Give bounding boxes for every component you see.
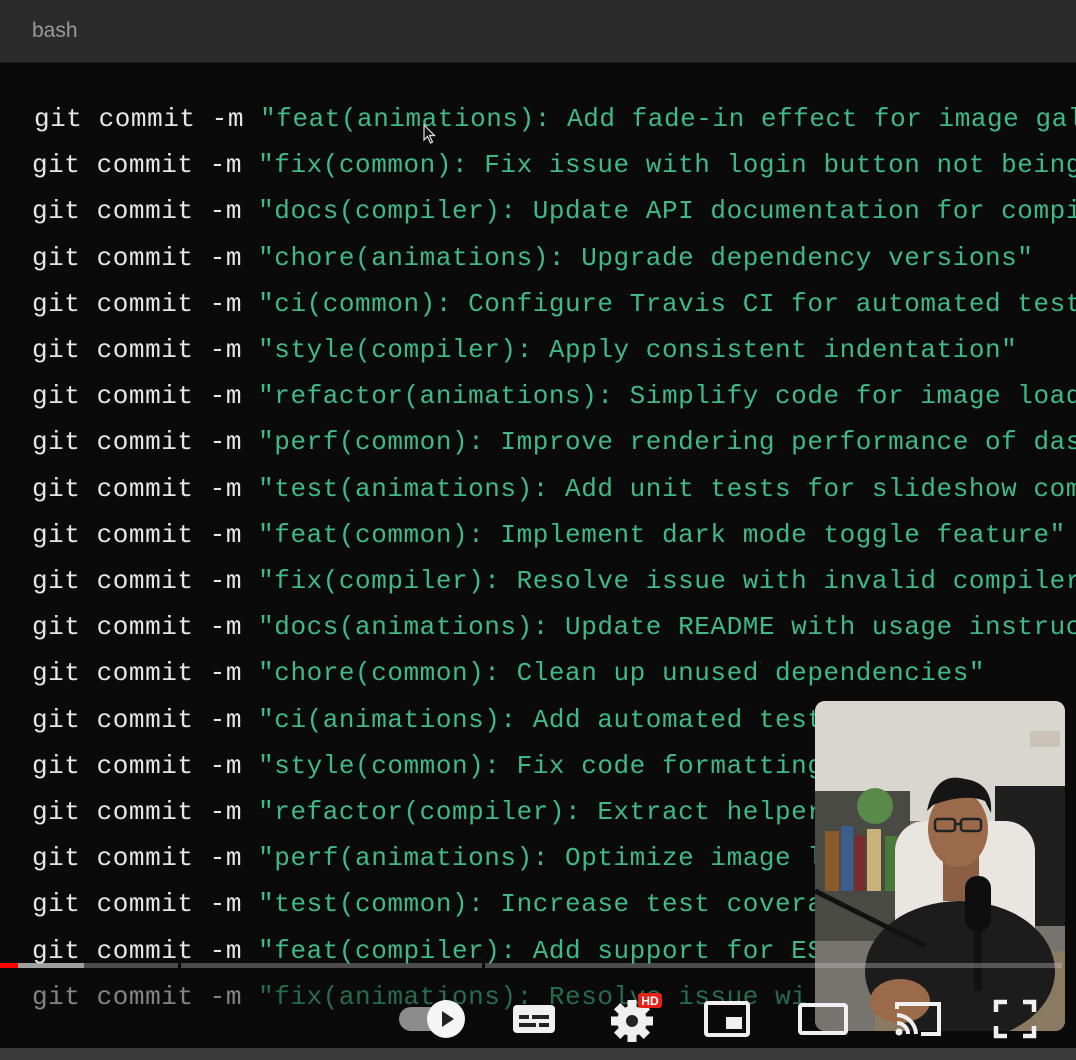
video-bottom-edge [0,1048,1076,1060]
autoplay-knob [427,1000,465,1038]
progress-played [0,963,18,968]
git-command: git commit -m [32,843,242,874]
git-command: git commit -m [32,150,242,181]
terminal-title: bash [32,19,78,42]
fullscreen-icon [993,999,1037,1039]
commit-message: "fix(compiler): Resolve issue with inval… [258,566,1076,596]
commit-message: "docs(animations): Update README with us… [258,612,1076,643]
terminal-line: git commit -m "perf(common): Improve ren… [32,427,1076,457]
commit-message: "refactor(animations): Simplify code for… [258,381,1076,412]
git-command: git commit -m [32,935,242,966]
git-command: git commit -m [32,519,242,550]
terminal-line: git commit -m "feat(compiler): Add suppo… [32,936,823,966]
chapter-marker [178,963,181,968]
git-command: git commit -m [32,335,242,365]
git-command: git commit -m [32,658,242,689]
subtitles-icon [513,1005,555,1033]
git-command: git commit -m [34,104,244,134]
terminal-line: git commit -m "ci(common): Configure Tra… [32,289,1076,319]
terminal-line: git commit -m "chore(common): Clean up u… [32,658,985,688]
terminal-line: git commit -m "style(common): Fix code f… [32,751,823,781]
commit-message: "feat(animations): Add fade-in effect fo… [260,104,1076,134]
cast-icon [895,1002,941,1036]
terminal-line: git commit -m "test(animations): Add uni… [32,474,1076,504]
terminal-line: git commit -m "feat(animations): Add fad… [34,104,1076,134]
git-command: git commit -m [32,981,242,1012]
terminal-line: git commit -m "fix(common): Fix issue wi… [32,150,1076,180]
terminal-titlebar: bash [0,0,1076,63]
terminal-line: git commit -m "fix(compiler): Resolve is… [32,566,1076,596]
commit-message: "feat(common): Implement dark mode toggl… [258,519,1066,550]
chapter-marker [482,963,485,968]
git-command: git commit -m [32,242,242,273]
fullscreen-button[interactable] [987,993,1043,1045]
git-command: git commit -m [32,797,242,827]
webcam-overlay [815,701,1065,1031]
cast-button[interactable] [890,993,946,1045]
terminal-line: git commit -m "chore(animations): Upgrad… [32,243,1033,273]
commit-message: "style(compiler): Apply consistent inden… [258,335,1018,365]
terminal-line: git commit -m "ci(animations): Add autom… [32,705,823,735]
hd-badge-label: HD [641,994,659,1008]
git-command: git commit -m [32,704,242,735]
git-command: git commit -m [32,566,242,596]
git-command: git commit -m [32,612,242,643]
miniplayer-icon [704,1001,750,1037]
terminal-line: git commit -m "test(common): Increase te… [32,889,823,919]
commit-message: "test(animations): Add unit tests for sl… [258,473,1076,504]
commit-message: "chore(animations): Upgrade dependency v… [258,242,1034,273]
video-progress-bar[interactable] [0,963,1062,968]
git-command: git commit -m [32,889,242,920]
terminal-line: git commit -m "refactor(compiler): Extra… [32,797,823,827]
terminal-line: git commit -m "feat(common): Implement d… [32,520,1066,550]
git-command: git commit -m [32,750,242,781]
commit-message: "perf(common): Improve rendering perform… [258,427,1076,458]
commit-message: "ci(common): Configure Travis CI for aut… [258,288,1076,319]
commit-message: "perf(animations): Optimize image l [258,843,824,874]
commit-message: "refactor(compiler): Extract helper [258,797,824,827]
subtitles-button[interactable] [505,993,563,1045]
terminal-line: git commit -m "perf(animations): Optimiz… [32,843,823,873]
webcam-picture [815,701,1065,1031]
git-command: git commit -m [32,427,242,458]
player-controls: HD [395,993,1076,1045]
mouse-cursor-icon [423,124,436,144]
miniplayer-button[interactable] [699,993,755,1045]
terminal-line: git commit -m "docs(animations): Update … [32,612,1076,642]
commit-message: "style(common): Fix code formatting [258,750,824,781]
theater-mode-icon [798,1003,848,1035]
git-command: git commit -m [32,473,242,504]
git-command: git commit -m [32,381,242,412]
git-command: git commit -m [32,288,242,319]
terminal-line: git commit -m "refactor(animations): Sim… [32,381,1076,411]
autoplay-toggle[interactable] [395,993,475,1045]
terminal-line: git commit -m "docs(compiler): Update AP… [32,196,1076,226]
commit-message: "test(common): Increase test covera [258,889,824,920]
settings-button[interactable]: HD [602,993,666,1045]
git-command: git commit -m [32,196,242,227]
commit-message: "chore(common): Clean up unused dependen… [258,658,986,689]
theater-mode-button[interactable] [795,993,851,1045]
play-icon [442,1011,454,1027]
video-frame: bash git commit -m "feat(animations): Ad… [0,0,1076,1060]
commit-message: "fix(common): Fix issue with login butto… [258,150,1076,181]
commit-message: "docs(compiler): Update API documentatio… [258,196,1076,227]
commit-message: "feat(compiler): Add support for ES [258,935,824,966]
terminal-line: git commit -m "style(compiler): Apply co… [32,335,1017,365]
commit-message: "ci(animations): Add automated test [258,704,824,735]
settings-gear-icon: HD [611,993,662,1042]
